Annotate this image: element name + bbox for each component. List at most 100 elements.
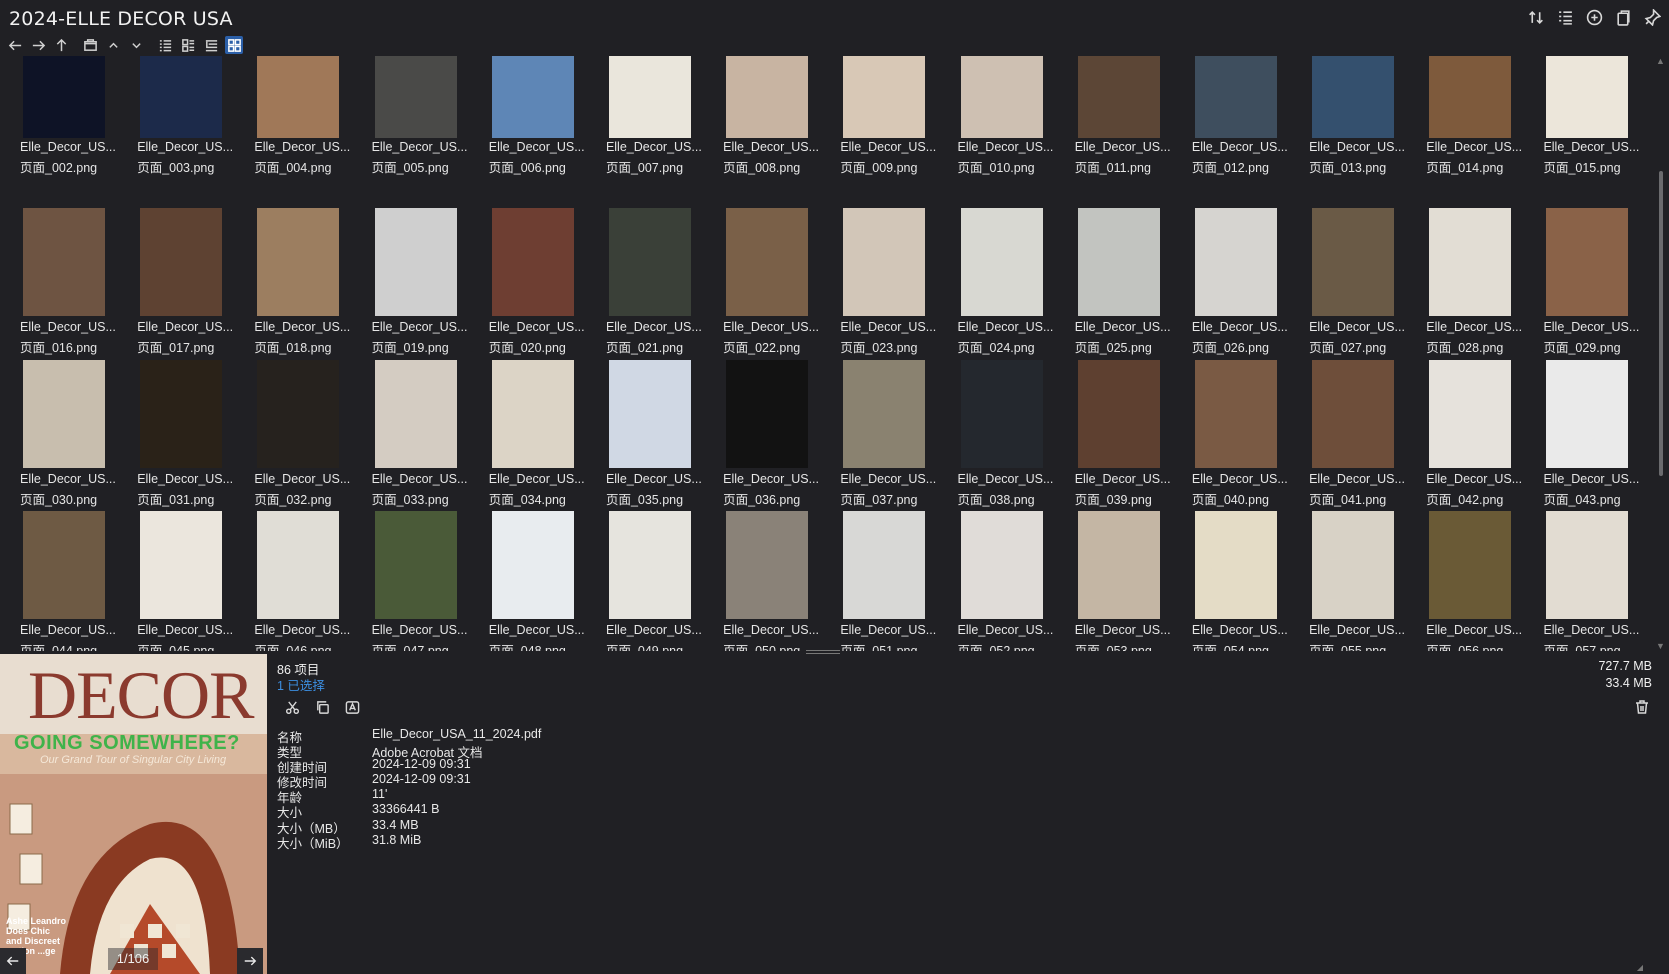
file-tile[interactable]: Elle_Decor_US... 页面_044.png xyxy=(18,511,135,651)
copy-icon[interactable] xyxy=(313,698,331,716)
trash-icon[interactable] xyxy=(1634,699,1652,717)
file-thumbnail[interactable] xyxy=(843,207,926,316)
file-tile[interactable]: Elle_Decor_US... 页面_038.png xyxy=(956,359,1073,511)
file-tile[interactable]: Elle_Decor_US... 页面_053.png xyxy=(1073,511,1190,651)
file-tile[interactable]: Elle_Decor_US... 页面_009.png xyxy=(838,56,955,207)
file-tile[interactable]: Elle_Decor_US... 页面_008.png xyxy=(721,56,838,207)
file-thumbnail[interactable] xyxy=(960,56,1043,138)
file-tile[interactable]: Elle_Decor_US... 页面_037.png xyxy=(838,359,955,511)
file-tile[interactable]: Elle_Decor_US... 页面_030.png xyxy=(18,359,135,511)
rename-icon[interactable] xyxy=(343,698,361,716)
selected-count[interactable]: 1 已选择 xyxy=(277,675,325,694)
file-tile[interactable]: Elle_Decor_US... 页面_046.png xyxy=(252,511,369,651)
file-thumbnail[interactable] xyxy=(140,207,223,316)
file-tile[interactable]: Elle_Decor_US... 页面_031.png xyxy=(135,359,252,511)
file-tile[interactable]: Elle_Decor_US... 页面_045.png xyxy=(135,511,252,651)
file-thumbnail[interactable] xyxy=(374,359,457,468)
file-tile[interactable]: Elle_Decor_US... 页面_016.png xyxy=(18,207,135,359)
file-tile[interactable]: Elle_Decor_US... 页面_057.png xyxy=(1541,511,1652,651)
file-tile[interactable]: Elle_Decor_US... 页面_007.png xyxy=(604,56,721,207)
file-tile[interactable]: Elle_Decor_US... 页面_043.png xyxy=(1541,359,1652,511)
file-thumbnail[interactable] xyxy=(1546,56,1629,138)
file-thumbnail[interactable] xyxy=(843,511,926,620)
file-tile[interactable]: Elle_Decor_US... 页面_020.png xyxy=(487,207,604,359)
file-tile[interactable]: Elle_Decor_US... 页面_029.png xyxy=(1541,207,1652,359)
file-thumbnail[interactable] xyxy=(1194,359,1277,468)
file-thumbnail[interactable] xyxy=(608,56,691,138)
file-thumbnail[interactable] xyxy=(1077,56,1160,138)
file-tile[interactable]: Elle_Decor_US... 页面_018.png xyxy=(252,207,369,359)
chevron-down-icon[interactable] xyxy=(127,36,145,54)
file-thumbnail[interactable] xyxy=(1312,359,1395,468)
file-thumbnail[interactable] xyxy=(1546,207,1629,316)
file-tile[interactable]: Elle_Decor_US... 页面_042.png xyxy=(1424,359,1541,511)
file-tile[interactable]: Elle_Decor_US... 页面_041.png xyxy=(1307,359,1424,511)
preview-prev-button[interactable] xyxy=(0,948,26,974)
file-tile[interactable]: Elle_Decor_US... 页面_048.png xyxy=(487,511,604,651)
file-tile[interactable]: Elle_Decor_US... 页面_011.png xyxy=(1073,56,1190,207)
file-thumbnail[interactable] xyxy=(843,359,926,468)
sort-icon[interactable] xyxy=(1527,8,1545,26)
file-tile[interactable]: Elle_Decor_US... 页面_051.png xyxy=(838,511,955,651)
pin-icon[interactable] xyxy=(1643,8,1661,26)
file-thumbnail[interactable] xyxy=(726,207,809,316)
file-tile[interactable]: Elle_Decor_US... 页面_027.png xyxy=(1307,207,1424,359)
file-tile[interactable]: Elle_Decor_US... 页面_010.png xyxy=(956,56,1073,207)
file-tile[interactable]: Elle_Decor_US... 页面_024.png xyxy=(956,207,1073,359)
file-tile[interactable]: Elle_Decor_US... 页面_034.png xyxy=(487,359,604,511)
file-thumbnail[interactable] xyxy=(726,511,809,620)
tree-view-icon[interactable] xyxy=(202,36,220,54)
file-tile[interactable]: Elle_Decor_US... 页面_002.png xyxy=(18,56,135,207)
add-icon[interactable] xyxy=(1585,8,1603,26)
file-tile[interactable]: Elle_Decor_US... 页面_015.png xyxy=(1541,56,1652,207)
scroll-down-icon[interactable]: ▼ xyxy=(1656,641,1665,651)
file-thumbnail[interactable] xyxy=(1429,511,1512,620)
file-thumbnail[interactable] xyxy=(1077,359,1160,468)
file-thumbnail[interactable] xyxy=(960,207,1043,316)
file-tile[interactable]: Elle_Decor_US... 页面_006.png xyxy=(487,56,604,207)
file-thumbnail[interactable] xyxy=(140,56,223,138)
file-tile[interactable]: Elle_Decor_US... 页面_026.png xyxy=(1190,207,1307,359)
file-tile[interactable]: Elle_Decor_US... 页面_023.png xyxy=(838,207,955,359)
file-thumbnail[interactable] xyxy=(608,359,691,468)
file-thumbnail[interactable] xyxy=(257,56,340,138)
grid-view-icon[interactable] xyxy=(225,36,243,54)
file-thumbnail[interactable] xyxy=(843,56,926,138)
back-arrow-icon[interactable] xyxy=(6,36,24,54)
file-tile[interactable]: Elle_Decor_US... 页面_022.png xyxy=(721,207,838,359)
file-thumbnail[interactable] xyxy=(1429,56,1512,138)
file-thumbnail[interactable] xyxy=(726,56,809,138)
file-thumbnail[interactable] xyxy=(1429,207,1512,316)
up-arrow-icon[interactable] xyxy=(52,36,70,54)
file-tile[interactable]: Elle_Decor_US... 页面_012.png xyxy=(1190,56,1307,207)
file-tile[interactable]: Elle_Decor_US... 页面_052.png xyxy=(956,511,1073,651)
file-thumbnail[interactable] xyxy=(374,56,457,138)
file-tile[interactable]: Elle_Decor_US... 页面_004.png xyxy=(252,56,369,207)
file-tile[interactable]: Elle_Decor_US... 页面_003.png xyxy=(135,56,252,207)
scroll-up-icon[interactable]: ▲ xyxy=(1656,56,1665,66)
file-thumbnail[interactable] xyxy=(1312,511,1395,620)
file-thumbnail[interactable] xyxy=(491,511,574,620)
file-thumbnail[interactable] xyxy=(257,511,340,620)
file-tile[interactable]: Elle_Decor_US... 页面_013.png xyxy=(1307,56,1424,207)
file-thumbnail[interactable] xyxy=(140,359,223,468)
file-thumbnail[interactable] xyxy=(257,207,340,316)
file-thumbnail[interactable] xyxy=(23,207,105,316)
file-thumbnail[interactable] xyxy=(1546,359,1629,468)
file-thumbnail[interactable] xyxy=(1429,359,1512,468)
file-thumbnail[interactable] xyxy=(491,359,574,468)
file-tile[interactable]: Elle_Decor_US... 页面_025.png xyxy=(1073,207,1190,359)
file-tile[interactable]: Elle_Decor_US... 页面_047.png xyxy=(370,511,487,651)
list-view-icon[interactable] xyxy=(156,36,174,54)
copy-icon[interactable] xyxy=(1614,8,1632,26)
file-thumbnail[interactable] xyxy=(1194,207,1277,316)
file-thumbnail[interactable] xyxy=(1077,207,1160,316)
file-thumbnail[interactable] xyxy=(23,56,105,138)
folder-icon[interactable] xyxy=(81,36,99,54)
file-tile[interactable]: Elle_Decor_US... 页面_032.png xyxy=(252,359,369,511)
file-tile[interactable]: Elle_Decor_US... 页面_050.png xyxy=(721,511,838,651)
file-tile[interactable]: Elle_Decor_US... 页面_028.png xyxy=(1424,207,1541,359)
details-list-icon[interactable] xyxy=(1556,8,1574,26)
file-thumbnail[interactable] xyxy=(374,511,457,620)
file-thumbnail[interactable] xyxy=(1194,511,1277,620)
